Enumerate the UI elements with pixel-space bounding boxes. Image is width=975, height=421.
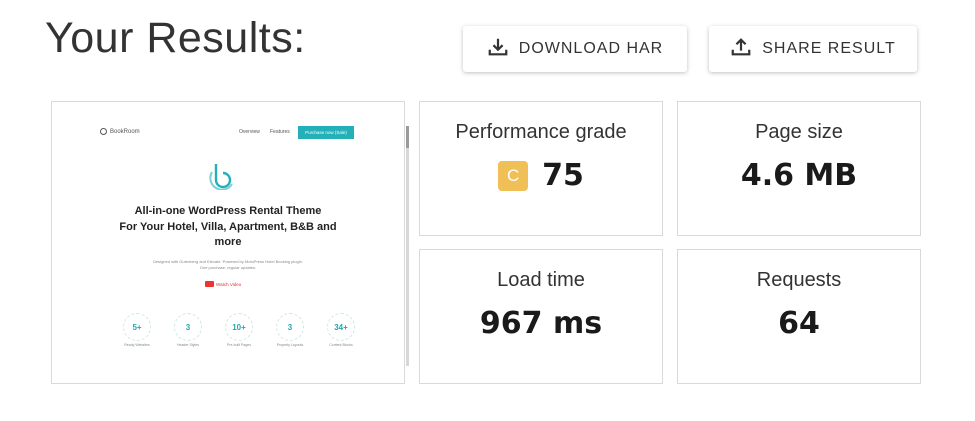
download-icon (487, 36, 509, 63)
requests-label: Requests (756, 269, 842, 291)
page-size-value: 4.6 MB (740, 158, 858, 193)
load-time-card: Load time 967 ms (419, 249, 663, 384)
youtube-icon (205, 281, 214, 287)
performance-grade-value-row: C 75 (420, 158, 662, 193)
preview-stat: 10+ Pre-built Pages (222, 313, 256, 348)
page-title: Your Results: (45, 14, 306, 62)
preview-stats: 5+ Ready Websites 3 Header Styles 10+ Pr… (120, 313, 358, 348)
preview-video-link: Watch Video (205, 281, 241, 287)
preview-heading-line: more (214, 236, 242, 248)
preview-stat-label: Ready Websites (124, 343, 150, 347)
preview-scrollbar-thumb (406, 126, 409, 148)
preview-page: BookRoom Overview Features Purchase now … (92, 118, 416, 376)
preview-stat-value: 3 (174, 313, 202, 341)
preview-stat-label: Header Styles (177, 343, 199, 347)
preview-cta-button: Purchase now (Sale) (298, 126, 354, 139)
download-har-label: DOWNLOAD HAR (518, 40, 664, 57)
preview-stat: 34+ Content Blocks (324, 313, 358, 348)
share-icon (730, 36, 752, 63)
performance-grade-label: Performance grade (455, 121, 627, 143)
preview-nav-item: Features (270, 129, 290, 135)
preview-stat-value: 3 (276, 313, 304, 341)
preview-logo: BookRoom (100, 128, 140, 135)
preview-nav-item: Overview (239, 129, 260, 135)
preview-stat: 5+ Ready Websites (120, 313, 154, 348)
page-size-label: Page size (755, 121, 843, 143)
performance-grade-card: Performance grade C 75 (419, 101, 663, 236)
grade-badge: C (498, 160, 529, 191)
performance-score: 75 (542, 158, 584, 193)
preview-stat: 3 Property Layouts (273, 313, 307, 348)
preview-logo-text: BookRoom (110, 128, 140, 135)
preview-stat-label: Content Blocks (329, 343, 353, 347)
preview-heading-line: For Your Hotel, Villa, Apartment, B&B an… (119, 220, 337, 233)
preview-heading: All-in-one WordPress Rental Theme For Yo… (112, 204, 344, 251)
page-screenshot-preview: BookRoom Overview Features Purchase now … (51, 101, 409, 384)
share-result-label: SHARE RESULT (762, 40, 896, 57)
requests-card: Requests 64 (677, 249, 921, 384)
preview-stat-value: 10+ (225, 313, 253, 341)
preview-heading-line: All-in-one WordPress Rental Theme (134, 205, 322, 217)
preview-scrollbar (406, 126, 409, 366)
preview-stat: 3 Header Styles (171, 313, 205, 348)
brand-logo-icon (209, 164, 233, 190)
page-size-card: Page size 4.6 MB (677, 101, 921, 236)
preview-stat-label: Property Layouts (276, 343, 304, 347)
preview-stat-value: 5+ (123, 313, 151, 341)
download-har-button[interactable]: DOWNLOAD HAR (463, 26, 687, 72)
load-time-value: 967 ms (479, 306, 603, 341)
preview-logo-icon (100, 128, 107, 135)
preview-subtext-line: One purchase, regular updates. (199, 265, 257, 270)
load-time-label: Load time (497, 269, 585, 291)
preview-subtext: Designed with Gutenberg and Elevate. Pow… (132, 259, 324, 271)
preview-stat-label: Pre-built Pages (227, 343, 251, 347)
preview-video-label: Watch Video (216, 281, 242, 287)
share-result-button[interactable]: SHARE RESULT (709, 26, 917, 72)
requests-value: 64 (778, 306, 820, 341)
preview-stat-value: 34+ (327, 313, 355, 341)
